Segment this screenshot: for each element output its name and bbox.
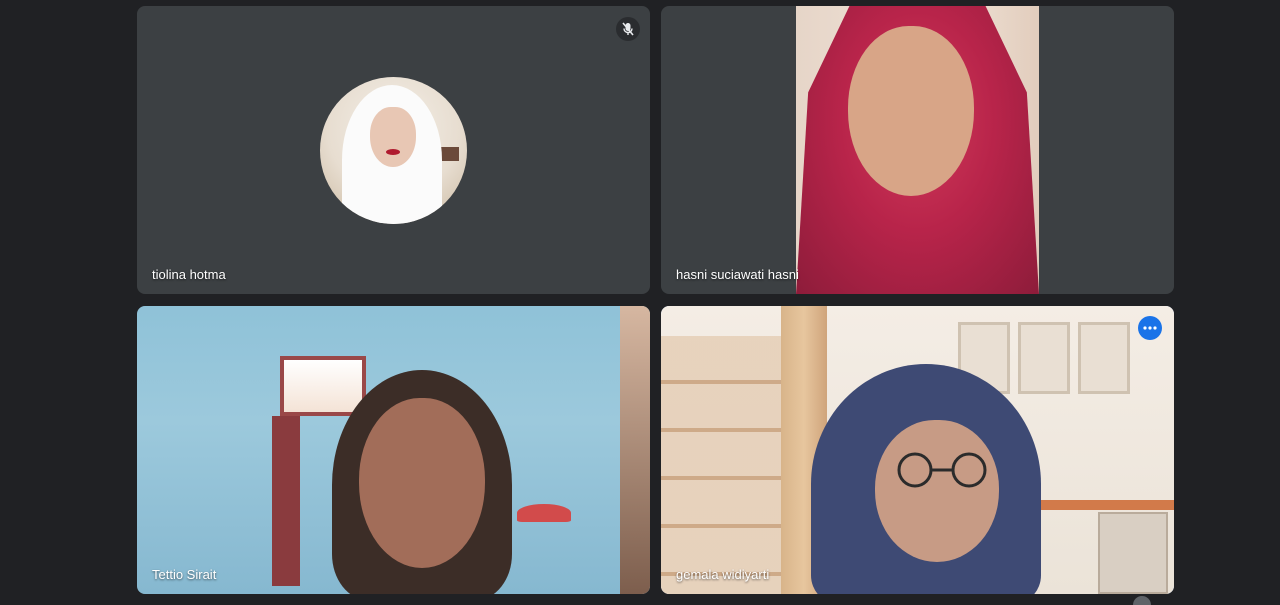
video-glasses bbox=[897, 452, 987, 488]
participant-tile-gemala[interactable]: gemala widiyarti bbox=[661, 306, 1174, 594]
avatar-face bbox=[370, 107, 416, 167]
video-wall-decoration bbox=[517, 504, 571, 522]
avatar-lips bbox=[386, 149, 400, 155]
meeting-grid: tiolina hotma hasni suciawati hasni Tett… bbox=[0, 0, 1280, 605]
video-wall bbox=[620, 306, 650, 594]
participant-name: hasni suciawati hasni bbox=[676, 267, 799, 282]
participant-video bbox=[661, 306, 1174, 594]
participant-video bbox=[137, 306, 650, 594]
participant-name: gemala widiyarti bbox=[676, 567, 770, 582]
video-face bbox=[359, 398, 485, 568]
participant-avatar bbox=[320, 77, 467, 224]
mic-off-icon bbox=[616, 17, 640, 41]
video-drawer bbox=[1098, 512, 1168, 594]
scroll-indicator[interactable] bbox=[1133, 596, 1151, 605]
video-bookshelf bbox=[661, 336, 781, 594]
participant-name: Tettio Sirait bbox=[152, 567, 217, 582]
wall-frame bbox=[1018, 322, 1070, 394]
video-face bbox=[848, 26, 974, 196]
video-curtain bbox=[272, 416, 300, 586]
participant-tile-tettio[interactable]: Tettio Sirait bbox=[137, 306, 650, 594]
participant-video bbox=[796, 6, 1039, 294]
video-desk bbox=[1024, 500, 1174, 510]
wall-frame bbox=[1078, 322, 1130, 394]
more-options-icon[interactable] bbox=[1138, 316, 1162, 340]
participant-tile-hasni[interactable]: hasni suciawati hasni bbox=[661, 6, 1174, 294]
video-face bbox=[875, 420, 999, 562]
participant-tile-tiolina[interactable]: tiolina hotma bbox=[137, 6, 650, 294]
participant-name: tiolina hotma bbox=[152, 267, 226, 282]
video-window bbox=[280, 356, 366, 416]
